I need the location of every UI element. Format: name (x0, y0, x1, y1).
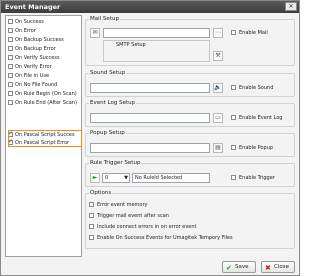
group-label: Event Log Setup (89, 100, 137, 106)
group-label: Rule Trigger Setup (89, 160, 142, 166)
event-checkbox[interactable] (8, 46, 13, 51)
event-item-on-file-in-use[interactable]: On File in Use (7, 72, 81, 80)
eventlog-setup-group: Event Log Setup ▭ Enable Event Log (85, 100, 295, 127)
event-label: On Error (15, 28, 36, 34)
event-item-on-verify-error[interactable]: On Verify Error (7, 63, 81, 71)
checkbox[interactable] (89, 235, 94, 240)
group-label: Mail Setup (89, 16, 120, 22)
checkbox-label: Enable Popup (239, 145, 274, 151)
event-item-on-no-file-found[interactable]: On No File Found (7, 81, 81, 89)
checkbox-label: Enable Event Log (239, 115, 283, 121)
play-icon[interactable]: ► (90, 173, 100, 183)
option-label: Error event memory (97, 202, 148, 208)
checkbox[interactable] (231, 175, 236, 180)
event-label: On Backup Success (15, 37, 64, 43)
group-label: Sound Setup (89, 70, 127, 76)
checkbox[interactable] (231, 85, 236, 90)
event-checkbox[interactable] (8, 91, 13, 96)
save-button[interactable]: ✔ Save (222, 261, 256, 273)
popup-field[interactable] (90, 143, 210, 153)
envelope-icon: ✉ (90, 28, 100, 38)
close-button[interactable]: ✖ Close (261, 261, 295, 273)
window-close-button[interactable]: ✕ (285, 2, 297, 11)
setup-panel: Mail Setup ✉ ⋯ Enable Mail SMTP Setup ⚒ … (85, 15, 298, 257)
event-item-on-rule-begin[interactable]: On Rule Begin (On Scan) (7, 90, 81, 98)
checkbox[interactable] (89, 224, 94, 229)
option-label: Enable On Success Events for Umagitek Te… (97, 235, 233, 241)
group-label: Options (89, 190, 113, 196)
checkbox-label: Enable Sound (239, 85, 274, 91)
checkbox[interactable] (231, 115, 236, 120)
event-checkbox[interactable] (8, 73, 13, 78)
event-checkbox[interactable] (8, 55, 13, 60)
event-item-on-backup-success[interactable]: On Backup Success (7, 36, 81, 44)
event-item-on-error[interactable]: On Error (7, 27, 81, 35)
event-checkbox[interactable] (8, 82, 13, 87)
event-item-on-rule-end[interactable]: On Rule End (After Scan) (7, 99, 81, 107)
event-checkbox[interactable] (8, 19, 13, 24)
event-item-on-verify-success[interactable]: On Verify Success (7, 54, 81, 62)
checkbox[interactable] (231, 145, 236, 150)
close-icon: ✖ (265, 264, 271, 272)
options-group: Options Error event memory Trigger mail … (85, 190, 295, 249)
event-label: On Backup Error (15, 46, 56, 52)
checkbox-label: Enable Trigger (239, 175, 275, 181)
trigger-setup-group: Rule Trigger Setup ► 0 ▼ No RuleId Selec… (85, 160, 295, 187)
event-manager-window: Event Manager ✕ On Success On Error On B… (0, 0, 300, 276)
close-label: Close (274, 264, 289, 270)
wrench-icon[interactable]: ⚒ (213, 51, 223, 61)
eventlog-field[interactable] (90, 113, 210, 123)
speaker-icon[interactable]: 🔈 (213, 83, 223, 93)
popup-setup-group: Popup Setup ▤ Enable Popup (85, 130, 295, 157)
event-list: On Success On Error On Backup Success On… (5, 15, 82, 257)
selection-highlight (8, 130, 82, 147)
event-checkbox[interactable] (8, 100, 13, 105)
sound-setup-group: Sound Setup 🔈 Enable Sound (85, 70, 295, 97)
group-label: Popup Setup (89, 130, 126, 136)
option-label: Include connect errors in on error event (97, 224, 197, 230)
checkbox-label: Enable Mail (239, 30, 268, 36)
smtp-frame (103, 40, 210, 62)
edit-mail-button[interactable]: ⋯ (213, 28, 223, 38)
chevron-down-icon: ▼ (124, 175, 128, 181)
mail-field[interactable] (103, 28, 210, 38)
log-window-icon[interactable]: ▭ (213, 113, 223, 123)
rule-name-field: No RuleId Selected (132, 173, 210, 183)
event-label: On No File Found (15, 82, 58, 88)
event-checkbox[interactable] (8, 28, 13, 33)
window-title: Event Manager (5, 3, 61, 11)
rule-id-value: 0 (105, 175, 109, 181)
event-label: On File in Use (15, 73, 50, 79)
event-label: On Rule Begin (On Scan) (15, 91, 77, 97)
checkbox[interactable] (231, 30, 236, 35)
sound-field[interactable] (90, 83, 210, 93)
option-label: Trigger mail event after scan (97, 213, 169, 219)
event-checkbox[interactable] (8, 37, 13, 42)
checkmark-icon: ✔ (226, 264, 232, 272)
rule-name-text: No RuleId Selected (135, 175, 183, 181)
checkbox[interactable] (89, 213, 94, 218)
event-label: On Verify Success (15, 55, 60, 61)
save-label: Save (235, 264, 249, 270)
rule-id-select[interactable]: 0 ▼ (102, 173, 130, 183)
event-label: On Success (15, 19, 44, 25)
title-bar: Event Manager ✕ (1, 1, 299, 13)
event-item-on-success[interactable]: On Success (7, 18, 81, 26)
checkbox[interactable] (89, 202, 94, 207)
event-checkbox[interactable] (8, 64, 13, 69)
mail-setup-group: Mail Setup ✉ ⋯ Enable Mail SMTP Setup ⚒ (85, 16, 295, 66)
event-label: On Verify Error (15, 64, 52, 70)
event-label: On Rule End (After Scan) (15, 100, 77, 106)
event-item-on-backup-error[interactable]: On Backup Error (7, 45, 81, 53)
popup-window-icon[interactable]: ▤ (213, 143, 223, 153)
